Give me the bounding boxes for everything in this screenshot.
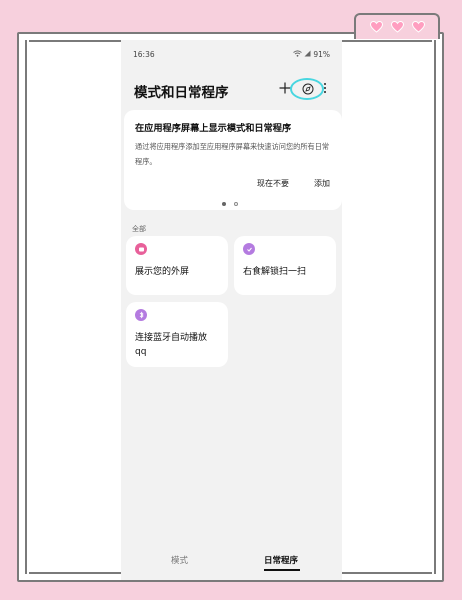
- routine-card[interactable]: 展示您的外屏: [126, 236, 228, 295]
- routine-card[interactable]: 连接蓝牙自动播放 qq: [126, 302, 228, 367]
- page-title: 模式和日常程序: [134, 85, 229, 101]
- frame-right-line: [434, 40, 436, 574]
- routine-icon: [135, 243, 147, 255]
- promo-title: 在应用程序屏幕上显示模式和日常程序: [135, 123, 292, 134]
- section-label-all: 全部: [132, 225, 146, 233]
- routine-label: 展示您的外屏: [135, 267, 190, 277]
- tab-modes[interactable]: 模式: [171, 554, 188, 566]
- routine-card[interactable]: 右食解锁扫一扫: [234, 236, 336, 295]
- routine-label-line2: qq: [135, 347, 147, 357]
- signal-icon: [304, 50, 311, 59]
- bluetooth-icon: [135, 309, 147, 321]
- battery-level: 91%: [313, 49, 330, 59]
- routine-label: 连接蓝牙自动播放 qq: [135, 331, 207, 359]
- frame-tab: [354, 13, 440, 39]
- routine-icon: [243, 243, 255, 255]
- compass-icon: [302, 83, 314, 95]
- phone-screen: 16:36 91% 模式和日常程序 在应用程序屏幕上显示模式和日常程序 通过将应…: [121, 40, 342, 580]
- not-now-button[interactable]: 现在不要: [257, 178, 289, 189]
- status-bar: 16:36 91%: [133, 48, 330, 60]
- heart-icon: [390, 21, 404, 33]
- heart-icon: [369, 21, 383, 33]
- more-dot: [323, 82, 327, 85]
- active-tab-indicator: [264, 569, 300, 571]
- discover-button[interactable]: [294, 77, 322, 101]
- more-dot: [323, 86, 327, 90]
- promo-card: 在应用程序屏幕上显示模式和日常程序 通过将应用程序添加至应用程序屏幕来快速访问您…: [124, 110, 342, 210]
- bottom-tab-bar: 模式 日常程序: [121, 552, 342, 572]
- more-options-button[interactable]: [320, 80, 330, 96]
- status-time: 16:36: [133, 49, 155, 59]
- add-to-apps-button[interactable]: 添加: [314, 178, 330, 189]
- more-dot: [323, 91, 327, 94]
- promo-description: 通过将应用程序添加至应用程序屏幕来快速访问您的所有日常程序。: [135, 142, 330, 166]
- wifi-icon: [293, 49, 303, 59]
- frame-left-line: [25, 40, 27, 574]
- routine-label-line1: 连接蓝牙自动播放: [135, 333, 208, 343]
- status-indicators: 91%: [293, 50, 330, 59]
- heart-icon: [411, 21, 425, 33]
- routine-label: 右食解锁扫一扫: [243, 267, 307, 277]
- page-dot-active: [222, 202, 226, 206]
- page-indicator: [222, 202, 238, 206]
- page-dot: [234, 202, 238, 206]
- tab-routines[interactable]: 日常程序: [264, 554, 298, 566]
